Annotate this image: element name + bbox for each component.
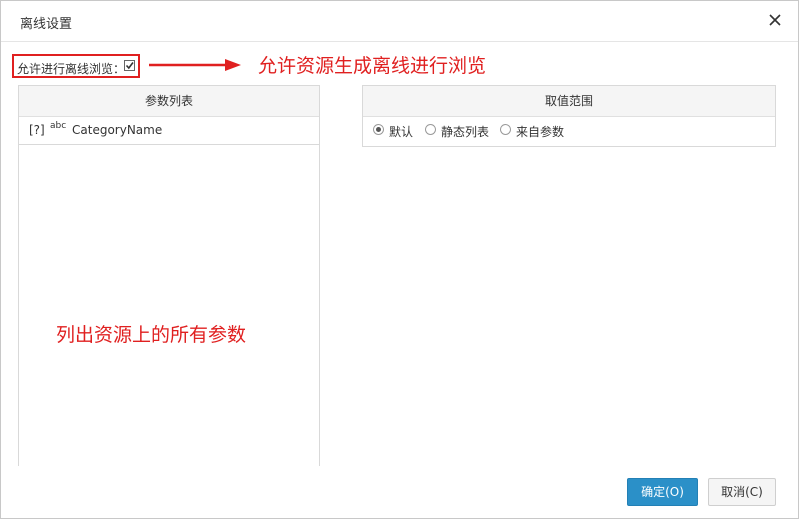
annotation-arrow-icon (149, 59, 241, 71)
dialog-title: 离线设置 (20, 17, 73, 32)
param-list-header: 参数列表 (19, 86, 319, 117)
ok-button[interactable]: 确定(O) (627, 478, 698, 506)
value-range-header: 取值范围 (363, 86, 775, 117)
offline-browse-label: 允许进行离线浏览： (17, 62, 126, 76)
close-icon[interactable] (767, 12, 783, 28)
radio-from-param-label: 来自参数 (516, 125, 565, 139)
annotation-offline-note: 允许资源生成离线进行浏览 (258, 55, 487, 77)
radio-from-param-indicator[interactable] (500, 124, 511, 135)
string-type-icon: abc (50, 121, 67, 131)
offline-browse-checkbox[interactable] (124, 60, 135, 71)
dialog-titlebar: 离线设置 (1, 1, 798, 42)
param-unknown-icon: [?] (29, 123, 45, 137)
value-range-panel: 取值范围 默认 静态列表 来自参数 (362, 85, 776, 147)
cancel-button[interactable]: 取消(C) (708, 478, 776, 506)
radio-static-list-label: 静态列表 (441, 125, 490, 139)
param-list-panel: 参数列表 [?] abc CategoryName 列出资源上的所有参数 (18, 85, 320, 466)
radio-static-list-indicator[interactable] (425, 124, 436, 135)
radio-default-label: 默认 (389, 125, 414, 139)
param-list-item[interactable]: [?] abc CategoryName (19, 117, 319, 145)
annotation-param-note: 列出资源上的所有参数 (56, 324, 247, 346)
offline-settings-dialog: 离线设置 允许进行离线浏览： 允许资源生成离线进行浏览 参数列表 [?] abc… (0, 0, 799, 519)
value-range-options: 默认 静态列表 来自参数 (363, 117, 775, 145)
param-name: CategoryName (72, 123, 163, 137)
offline-browse-option: 允许进行离线浏览： (12, 54, 140, 78)
radio-default-indicator[interactable] (373, 124, 384, 135)
